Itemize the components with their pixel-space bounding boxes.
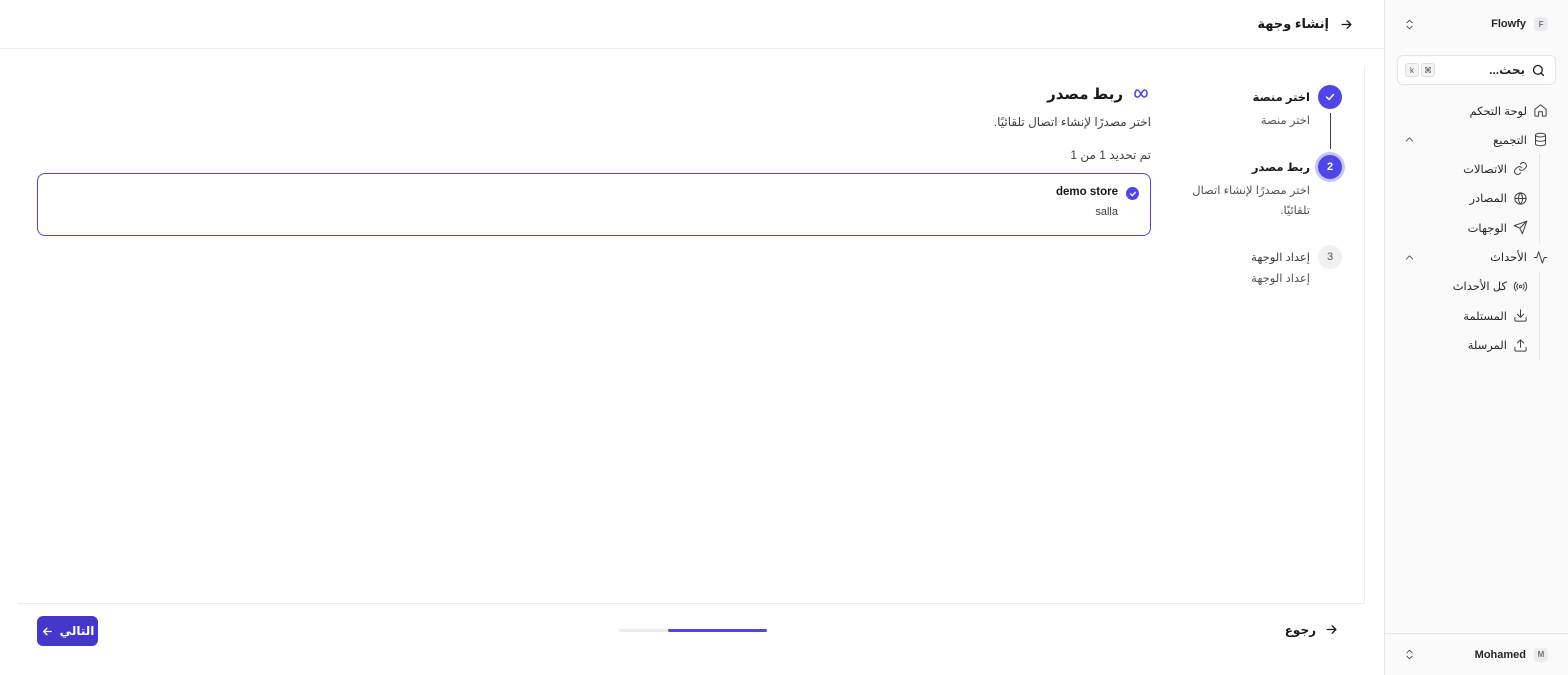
sidebar-item-label: التجميع <box>1493 134 1527 147</box>
sidebar-item-label: المصادر <box>1469 193 1508 206</box>
step-text: ربط مصدر اختر مصدرًا لإنشاء اتصال تلقائي… <box>1185 155 1310 245</box>
search-input[interactable]: بحث... k ⌘ <box>1397 55 1556 85</box>
progress-bar <box>619 629 767 632</box>
next-button-label: التالي <box>59 624 95 638</box>
sidebar-item-sent[interactable]: المرسلة <box>1384 331 1568 361</box>
sidebar-item-destinations[interactable]: الوجهات <box>1384 213 1568 243</box>
chevrons-up-down-icon[interactable] <box>1402 17 1416 31</box>
globe-icon <box>1514 192 1527 205</box>
sidebar-item-label: الأحداث <box>1490 252 1527 264</box>
search-icon <box>1532 64 1545 76</box>
source-card[interactable]: demo store salla <box>37 173 1151 236</box>
header-back: إنشاء وجهة <box>1257 16 1354 32</box>
sidebar: F Flowfy بحث... k ⌘ لوحة التحكم التجميع <box>1384 0 1568 675</box>
content-title: ربط مصدر <box>1047 86 1123 103</box>
workspace-name: Flowfy <box>1491 18 1526 30</box>
arrow-right-icon <box>1326 625 1337 634</box>
chevrons-up-down-icon[interactable] <box>1402 648 1416 662</box>
workspace-switcher[interactable]: F Flowfy <box>1384 0 1568 48</box>
step-connect-source[interactable]: 2 ربط مصدر اختر مصدرًا لإنشاء اتصال تلقا… <box>1172 155 1342 245</box>
workspace-avatar: F <box>1534 17 1548 31</box>
step-connector <box>1330 113 1331 149</box>
step-number: 2 <box>1318 155 1342 179</box>
page-title: إنشاء وجهة <box>1257 16 1329 31</box>
selection-count: تم تحديد 1 من 1 <box>1070 148 1151 162</box>
chevron-up-icon[interactable] <box>1402 250 1416 264</box>
link-icon <box>1514 162 1527 176</box>
step-description: اختر منصة <box>1260 115 1310 127</box>
selected-check-icon[interactable] <box>1126 187 1139 200</box>
sidebar-item-label: المرسلة <box>1467 340 1507 353</box>
wizard-panel: اختر منصة اختر منصة 2 ربط مصدر اختر مصدر… <box>18 67 1365 603</box>
back-button[interactable]: رجوع <box>1285 622 1339 637</box>
step-title: إعداد الوجهة <box>1251 252 1310 264</box>
sidebar-item-all-events[interactable]: كل الأحداث <box>1384 272 1568 302</box>
user-info: M Mohamed <box>1474 647 1548 662</box>
content-header: ربط مصدر <box>37 85 1151 103</box>
activity-icon <box>1533 250 1548 264</box>
sidebar-item-dashboard[interactable]: لوحة التحكم <box>1384 96 1568 125</box>
step-title: اختر منصة <box>1252 92 1310 104</box>
kbd-cmd: ⌘ <box>1421 63 1435 77</box>
radio-icon <box>1513 281 1528 292</box>
wizard-footer: رجوع التالي <box>18 603 1365 675</box>
back-button-label: رجوع <box>1284 622 1316 637</box>
check-icon <box>1325 93 1335 101</box>
source-platform: salla <box>1095 206 1118 218</box>
source-info: demo store salla <box>1056 186 1118 223</box>
user-name: Mohamed <box>1474 648 1526 661</box>
sidebar-item-received[interactable]: المستلمة <box>1384 301 1568 331</box>
workspace-info: F Flowfy <box>1491 17 1548 31</box>
sidebar-submenu-events: كل الأحداث المستلمة المرسلة <box>1384 271 1568 361</box>
step-text: اختر منصة اختر منصة <box>1185 85 1310 155</box>
step-choose-platform[interactable]: اختر منصة اختر منصة <box>1172 85 1342 155</box>
step-text: إعداد الوجهة إعداد الوجهة <box>1185 245 1310 289</box>
step-content: ربط مصدر اختر مصدرًا لإنشاء اتصال تلقائي… <box>37 85 1151 236</box>
content-subtitle: اختر مصدرًا لإنشاء اتصال تلقائيًا. <box>993 115 1151 129</box>
sidebar-item-label: المستلمة <box>1463 310 1507 323</box>
sidebar-item-collection[interactable]: التجميع <box>1384 125 1568 154</box>
sidebar-submenu-collection: الاتصالات المصادر الوجهات <box>1384 154 1568 243</box>
arrow-left-icon <box>42 627 52 635</box>
source-name: demo store <box>1056 186 1118 198</box>
sidebar-item-connections[interactable]: الاتصالات <box>1384 154 1568 184</box>
step-number: 3 <box>1318 245 1342 269</box>
database-icon <box>1535 132 1546 147</box>
arrow-right-icon[interactable] <box>1339 17 1354 32</box>
sidebar-nav: لوحة التحكم التجميع الاتصالات المصادر ال… <box>1384 96 1568 360</box>
sidebar-item-label: لوحة التحكم <box>1469 105 1527 118</box>
send-icon <box>1513 221 1528 235</box>
avatar: M <box>1534 647 1548 662</box>
progress-fill <box>667 629 767 632</box>
step-description: اختر مصدرًا لإنشاء اتصال تلقائيًا. <box>1192 185 1310 217</box>
search-placeholder: بحث... <box>1489 63 1525 77</box>
upload-icon <box>1514 339 1527 352</box>
sidebar-item-label: كل الأحداث <box>1452 281 1507 294</box>
step-done-indicator <box>1318 85 1342 109</box>
step-setup-destination[interactable]: 3 إعداد الوجهة إعداد الوجهة <box>1172 245 1342 289</box>
step-description: إعداد الوجهة <box>1251 273 1310 285</box>
stepper: اختر منصة اختر منصة 2 ربط مصدر اختر مصدر… <box>1172 85 1342 289</box>
step-title: ربط مصدر <box>1251 162 1310 174</box>
sidebar-item-label: الاتصالات <box>1463 163 1507 176</box>
search-shortcut: k ⌘ <box>1405 63 1435 77</box>
home-icon <box>1534 104 1547 117</box>
page-header: إنشاء وجهة <box>0 0 1384 49</box>
sidebar-item-sources[interactable]: المصادر <box>1384 184 1568 214</box>
meta-logo-icon <box>1134 89 1148 98</box>
sidebar-item-label: الوجهات <box>1467 222 1507 235</box>
user-menu[interactable]: M Mohamed <box>1384 633 1568 675</box>
sidebar-item-events[interactable]: الأحداث <box>1384 243 1568 272</box>
next-button[interactable]: التالي <box>37 616 98 646</box>
chevron-up-icon[interactable] <box>1402 133 1416 147</box>
kbd-key: k <box>1405 63 1419 77</box>
download-icon <box>1514 309 1527 322</box>
